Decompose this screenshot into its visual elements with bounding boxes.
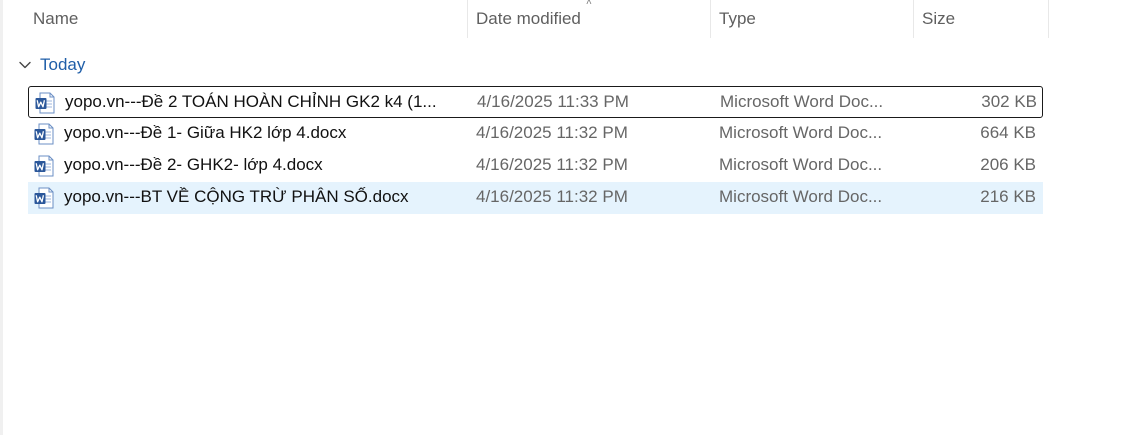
file-size: 664 KB [980,123,1036,142]
file-size: 206 KB [980,155,1036,174]
group-header-today[interactable]: Today [17,52,85,78]
file-date-modified: 4/16/2025 11:32 PM [476,155,628,174]
file-date-modified: 4/16/2025 11:32 PM [476,187,628,206]
file-type: Microsoft Word Doc... [719,187,883,206]
file-size: 302 KB [981,92,1037,111]
file-name: yopo.vn---Đề 2 TOÁN HOÀN CHỈNH GK2 k4 (1… [65,92,437,111]
word-document-icon [34,187,54,209]
sort-chevron-up-icon: ˄ [586,0,592,8]
file-date-modified: 4/16/2025 11:32 PM [476,123,628,142]
file-name: yopo.vn---Đề 1- Giữa HK2 lớp 4.docx [64,123,347,142]
chevron-down-icon [17,57,33,73]
word-document-icon [34,155,54,177]
column-header-row: Name ˄ Date modified Type Size [3,0,1049,38]
column-header-date-label: Date modified [476,9,581,28]
column-header-size[interactable]: Size [913,0,1049,38]
file-row[interactable]: yopo.vn---BT VỀ CỘNG TRỪ PHÂN SỐ.docx 4/… [28,182,1043,214]
column-header-date-modified[interactable]: ˄ Date modified [467,0,710,38]
file-type: Microsoft Word Doc... [720,92,884,111]
file-name: yopo.vn---BT VỀ CỘNG TRỪ PHÂN SỐ.docx [64,187,409,206]
file-explorer-details-view: Name ˄ Date modified Type Size Today yop… [0,0,1138,435]
file-type: Microsoft Word Doc... [719,123,883,142]
column-header-type[interactable]: Type [710,0,913,38]
group-label: Today [40,55,86,74]
file-date-modified: 4/16/2025 11:33 PM [477,92,629,111]
file-name: yopo.vn---Đề 2- GHK2- lớp 4.docx [64,155,323,174]
file-row[interactable]: yopo.vn---Đề 1- Giữa HK2 lớp 4.docx 4/16… [28,118,1043,150]
word-document-icon [35,92,55,114]
file-type: Microsoft Word Doc... [719,155,883,174]
word-document-icon [34,123,54,145]
file-row[interactable]: yopo.vn---Đề 2- GHK2- lớp 4.docx 4/16/20… [28,150,1043,182]
column-header-name[interactable]: Name [25,0,467,38]
file-list: yopo.vn---Đề 2 TOÁN HOÀN CHỈNH GK2 k4 (1… [28,86,1043,214]
file-row[interactable]: yopo.vn---Đề 2 TOÁN HOÀN CHỈNH GK2 k4 (1… [28,86,1043,118]
file-size: 216 KB [980,187,1036,206]
